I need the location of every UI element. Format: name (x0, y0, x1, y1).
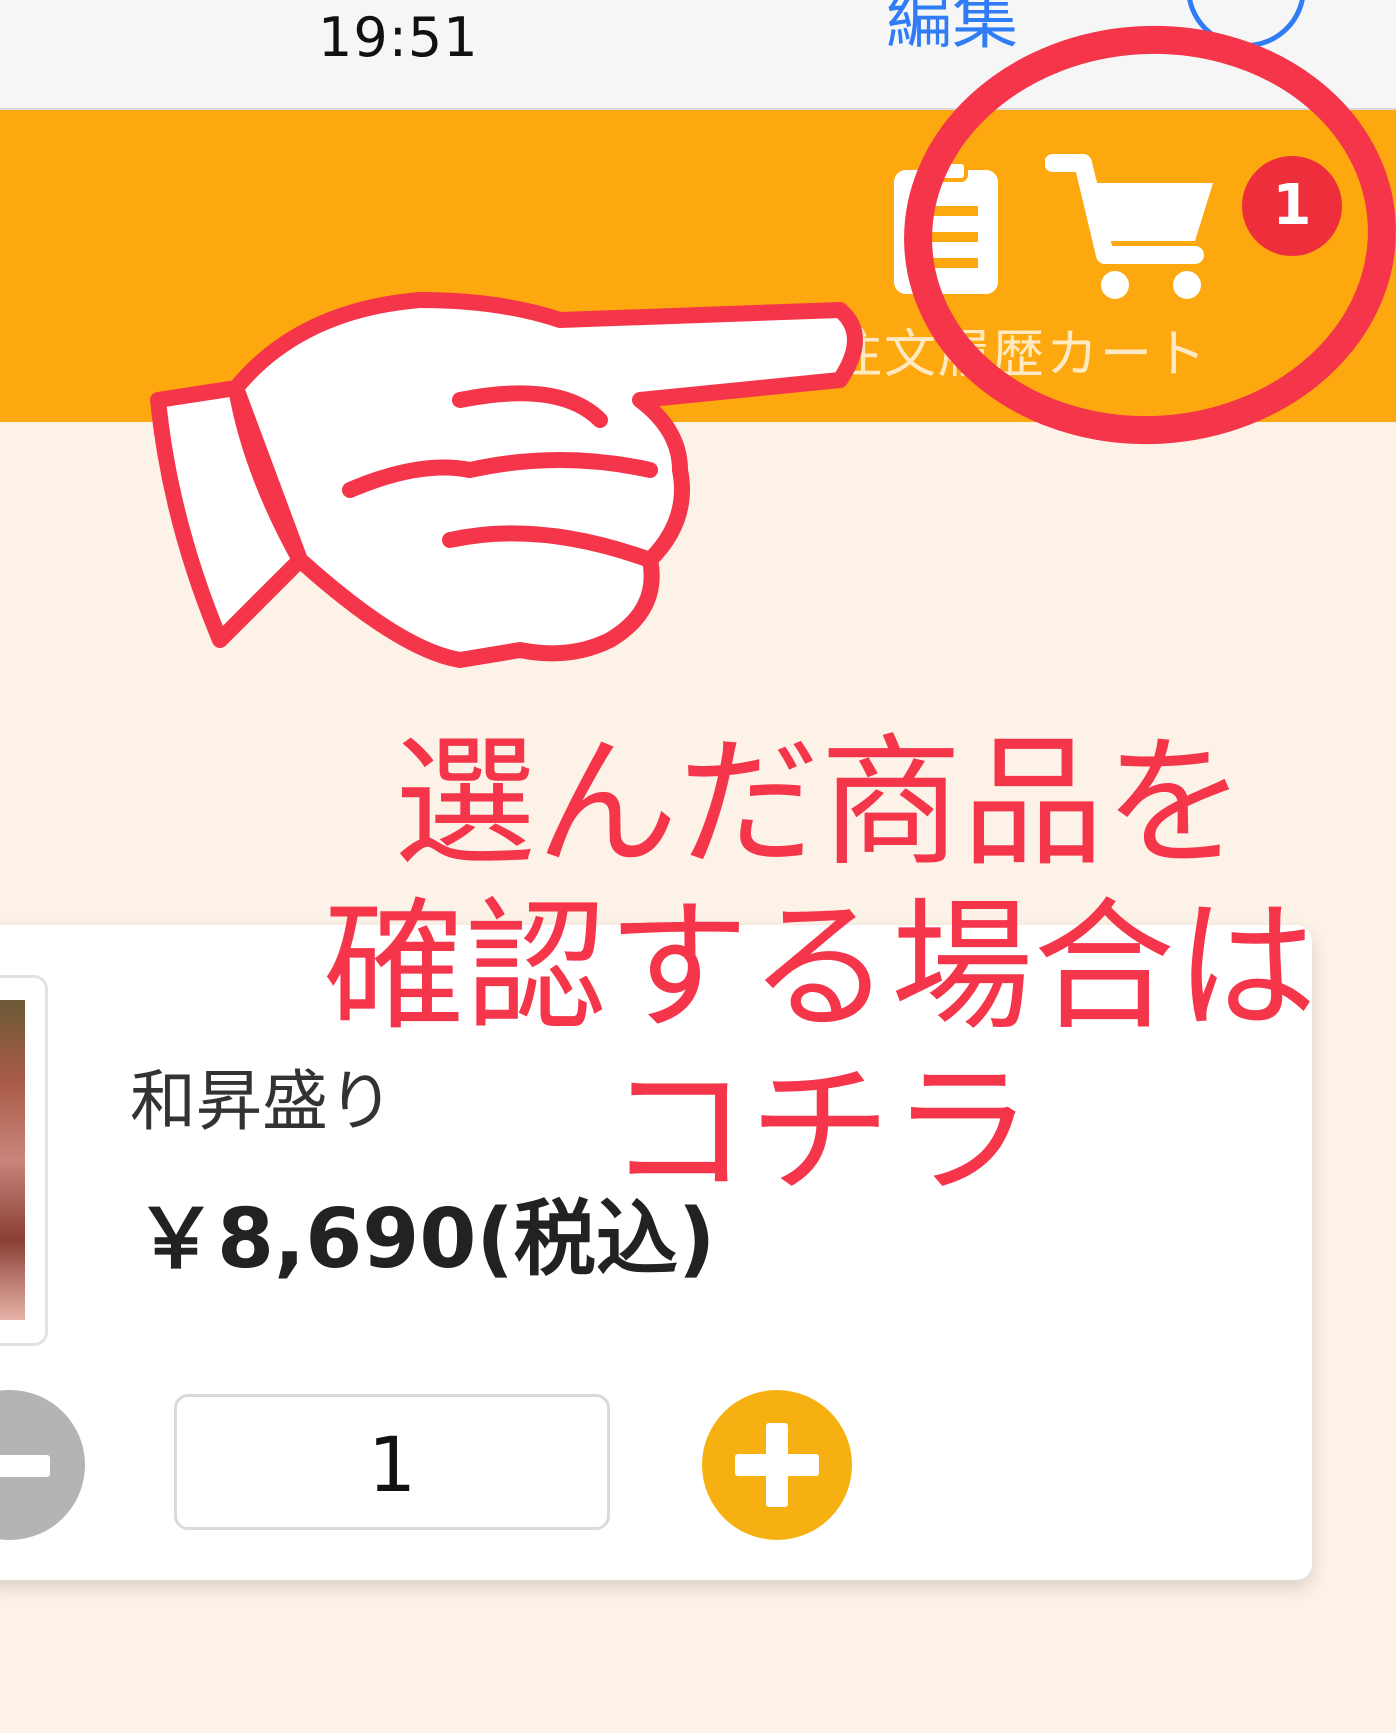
annotation-line-1: 選んだ商品を (394, 721, 1246, 886)
increase-quantity-button[interactable] (702, 1390, 852, 1540)
cart-badge: 1 (1242, 156, 1342, 256)
header-label: 注文履歴カート (830, 325, 1209, 385)
product-photo (0, 1000, 25, 1320)
quantity-field[interactable]: 1 (174, 1394, 610, 1530)
plus-icon-vertical (766, 1423, 788, 1507)
product-price: ￥8,690(税込) (135, 1192, 716, 1287)
minus-icon (0, 1455, 50, 1477)
top-circle-button[interactable] (1186, 0, 1306, 48)
product-name: 和昇盛り (130, 1063, 394, 1140)
edit-link[interactable]: 編集 (886, 0, 1018, 62)
product-image[interactable] (0, 975, 48, 1346)
cart-button[interactable] (1044, 145, 1225, 305)
status-time: 19:51 (318, 6, 479, 69)
shopping-cart-icon (1044, 154, 1213, 299)
status-bar: 19:51 編集 (0, 0, 1396, 110)
order-history-button[interactable] (880, 160, 1015, 300)
order-history-icon (894, 160, 998, 294)
